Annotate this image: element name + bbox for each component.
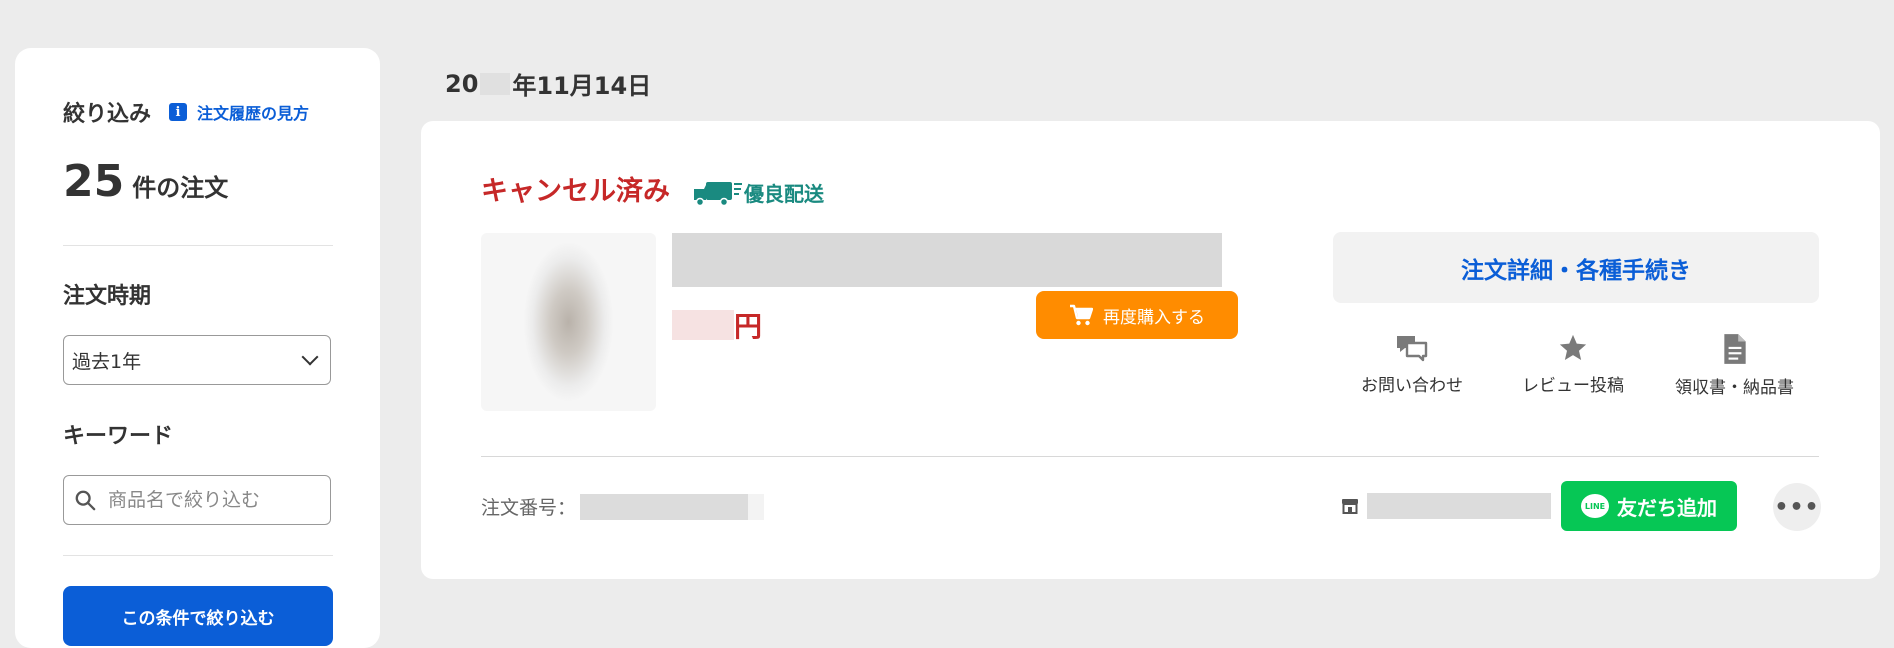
line-logo-icon: LINE — [1581, 494, 1609, 518]
more-options-button[interactable]: ••• — [1773, 483, 1821, 531]
rebuy-button[interactable]: 再度購入する — [1036, 291, 1238, 339]
keyword-search-box[interactable] — [63, 475, 331, 525]
inquiry-label: お問い合わせ — [1361, 376, 1463, 396]
period-select-value: 過去1年 — [72, 350, 142, 373]
shipping-badge-label: 優良配送 — [744, 182, 824, 206]
inquiry-action[interactable]: お問い合わせ — [1361, 333, 1463, 396]
keyword-input[interactable] — [106, 488, 310, 512]
star-icon — [1559, 334, 1587, 360]
divider — [63, 555, 333, 556]
order-status: キャンセル済み — [481, 176, 670, 207]
order-date: 20 年11月14日 — [445, 66, 651, 101]
order-date-prefix: 20 — [445, 69, 479, 98]
filter-header: 絞り込み i 注文履歴の見方 — [63, 96, 309, 128]
order-detail-button[interactable]: 注文詳細・各種手続き — [1333, 232, 1819, 303]
order-card: キャンセル済み 優良配送 円 再度購入する 注文詳細・各種手続き お問い合わせ … — [421, 121, 1880, 579]
redacted-order-number — [580, 493, 749, 520]
review-action[interactable]: レビュー投稿 — [1522, 333, 1624, 396]
shipping-badge: 優良配送 — [692, 178, 824, 207]
apply-filter-button[interactable]: この条件で絞り込む — [63, 586, 333, 646]
receipt-label: 領収書・納品書 — [1675, 378, 1794, 398]
cart-icon — [1070, 304, 1093, 326]
redacted-product-title[interactable] — [672, 233, 1222, 287]
store-icon — [1342, 499, 1358, 514]
keyword-label: キーワード — [63, 424, 174, 449]
filter-sidebar: 絞り込み i 注文履歴の見方 25 件の注文 注文時期 過去1年 キーワード こ… — [15, 48, 380, 648]
card-divider — [481, 456, 1819, 457]
period-label: 注文時期 — [63, 284, 152, 309]
price-unit: 円 — [734, 310, 763, 343]
redacted-year — [480, 72, 511, 95]
order-status-row: キャンセル済み 優良配送 — [481, 169, 824, 208]
order-date-suffix: 年11月14日 — [512, 72, 652, 100]
search-icon — [75, 490, 96, 511]
redacted-store-name — [1367, 493, 1551, 519]
line-add-friend-button[interactable]: LINE 友だち追加 — [1561, 481, 1737, 531]
product-thumbnail[interactable] — [481, 233, 656, 411]
truck-icon — [694, 181, 742, 206]
chat-icon — [1397, 336, 1428, 362]
period-select[interactable]: 過去1年 — [63, 335, 331, 385]
order-number: 注文番号： — [481, 493, 765, 520]
help-link-label: 注文履歴の見方 — [197, 104, 310, 123]
rebuy-button-label: 再度購入する — [1103, 307, 1205, 328]
order-count: 25 件の注文 — [63, 156, 228, 207]
more-icon: ••• — [1774, 494, 1820, 520]
filter-title: 絞り込み — [63, 102, 152, 127]
redacted-order-number-tail — [748, 493, 765, 520]
chevron-down-icon — [301, 348, 319, 366]
store-link[interactable] — [1341, 493, 1551, 519]
order-number-label: 注文番号： — [481, 497, 577, 519]
line-button-label: 友だち追加 — [1617, 495, 1717, 520]
review-label: レビュー投稿 — [1522, 376, 1624, 396]
order-count-number: 25 — [63, 156, 125, 207]
redacted-price — [672, 310, 734, 340]
product-price: 円 — [672, 305, 762, 345]
divider — [63, 245, 333, 246]
receipt-action[interactable]: 領収書・納品書 — [1675, 333, 1794, 398]
info-icon: i — [169, 103, 188, 121]
document-icon — [1723, 334, 1746, 364]
order-history-help-link[interactable]: i 注文履歴の見方 — [169, 100, 309, 124]
order-count-suffix: 件の注文 — [132, 174, 229, 202]
